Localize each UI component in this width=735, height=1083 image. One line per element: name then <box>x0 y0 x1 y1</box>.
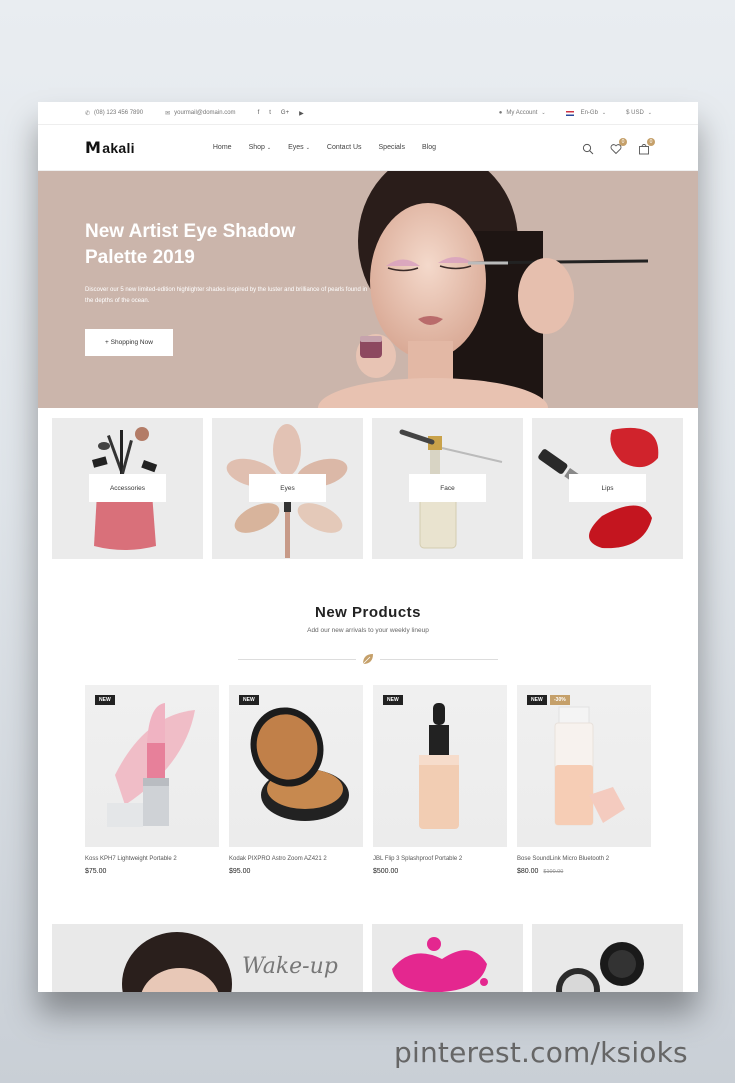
watermark: pinterest.com/ksioks <box>394 1036 688 1069</box>
product-price: $80.00 $100.00 <box>517 868 564 875</box>
currency-dropdown[interactable]: $ USD ⌄ <box>626 110 652 116</box>
new-badge: NEW <box>95 695 115 705</box>
new-products-title: New Products <box>314 604 422 621</box>
compact-image <box>250 707 349 821</box>
product-name[interactable]: Koss KPH7 Lightweight Portable 2 <box>85 856 219 862</box>
flag-icon <box>565 110 574 116</box>
twitter-icon[interactable]: t <box>269 110 271 117</box>
nav-specials[interactable]: Specials <box>379 144 405 151</box>
promo-banners: Wake-up <box>52 924 683 992</box>
product-image[interactable]: NEW -30% <box>517 685 651 847</box>
new-products-subtitle: Add our new arrivals to your weekly line… <box>307 627 429 634</box>
category-grid: Accessories Eyes Face Lips <box>52 418 683 559</box>
section-divider <box>238 652 498 666</box>
leaf-icon <box>362 654 373 665</box>
product-list: NEW Koss KPH7 Lightweight Portable 2 $75… <box>85 685 651 875</box>
product-card[interactable]: NEW Koss KPH7 Lightweight Portable 2 $75… <box>85 685 219 875</box>
nail-polish-image <box>392 937 488 992</box>
category-lips[interactable]: Lips <box>532 418 683 559</box>
shopping-now-button[interactable]: + Shopping Now <box>85 329 173 356</box>
hero-description: Discover our 5 new limited-edition highl… <box>85 287 368 304</box>
phone-icon: ✆ <box>85 110 91 117</box>
category-label: Lips <box>569 474 646 502</box>
category-eyes[interactable]: Eyes <box>212 418 363 559</box>
category-face[interactable]: Face <box>372 418 523 559</box>
lipstick-image <box>107 703 195 827</box>
hero-title: New Artist Eye Shadow Palette 2019 <box>85 221 296 268</box>
discount-badge: -30% <box>550 695 570 705</box>
powder-jar-image <box>556 942 644 992</box>
nav-home[interactable]: Home <box>213 144 232 151</box>
cart-button[interactable]: 0 <box>638 137 655 154</box>
product-card[interactable]: NEW -30% Bose SoundLink Micro Bluetooth … <box>517 685 651 875</box>
chevron-down-icon: ⌄ <box>305 144 310 151</box>
user-icon: ● <box>498 110 503 116</box>
product-card[interactable]: NEW Kodak PIXPRO Astro Zoom AZ421 2 $95.… <box>229 685 363 875</box>
nav-shop[interactable]: Shop ⌄ <box>249 144 272 151</box>
wishlist-button[interactable]: 0 <box>610 137 627 154</box>
foundation-sponge-image <box>554 706 625 826</box>
mail-icon: ✉ <box>165 110 171 117</box>
category-label: Face <box>409 474 486 502</box>
promo-banner-powder[interactable] <box>532 924 683 992</box>
promo-banner-wakeup[interactable]: Wake-up <box>52 924 363 992</box>
social-links: f t G+ ▶ <box>258 110 304 117</box>
chevron-down-icon: ⌄ <box>647 110 652 116</box>
hero-banner: New Artist Eye Shadow Palette 2019 Disco… <box>38 171 698 408</box>
my-account-dropdown[interactable]: ● My Account ⌄ <box>499 110 546 116</box>
product-price: $75.00 <box>85 868 107 875</box>
product-image[interactable]: NEW <box>373 685 507 847</box>
google-plus-icon[interactable]: G+ <box>281 110 289 117</box>
youtube-icon[interactable]: ▶ <box>299 110 304 117</box>
facebook-icon[interactable]: f <box>258 110 260 117</box>
chevron-down-icon: ⌄ <box>541 110 546 116</box>
top-bar: ✆ (08) 123 456 7890 ✉ yourmail@domain.co… <box>38 102 698 125</box>
product-name[interactable]: Kodak PIXPRO Astro Zoom AZ421 2 <box>229 856 363 862</box>
nav-contact[interactable]: Contact Us <box>327 144 362 151</box>
product-image[interactable]: NEW <box>85 685 219 847</box>
chevron-down-icon: ⌄ <box>266 144 272 151</box>
new-badge: NEW <box>527 695 547 705</box>
wishlist-count-badge: 0 <box>619 137 627 146</box>
logo[interactable]: Makali <box>85 138 135 157</box>
product-price: $95.00 <box>229 868 251 875</box>
category-accessories[interactable]: Accessories <box>52 418 203 559</box>
email[interactable]: ✉ yourmail@domain.com <box>165 110 235 117</box>
header: Makali Home Shop ⌄ Eyes ⌄ Contact Us Speci… <box>38 125 698 171</box>
product-name[interactable]: JBL Flip 3 Splashproof Portable 2 <box>373 856 507 862</box>
foundation-bottle-image <box>419 703 459 829</box>
product-image[interactable]: NEW <box>229 685 363 847</box>
promo-banner-nail[interactable] <box>372 924 523 992</box>
old-price: $100.00 <box>543 869 564 875</box>
category-label: Eyes <box>249 474 326 502</box>
search-icon[interactable] <box>582 142 594 154</box>
product-name[interactable]: Bose SoundLink Micro Bluetooth 2 <box>517 856 651 862</box>
new-badge: NEW <box>239 695 259 705</box>
category-label: Accessories <box>89 474 166 502</box>
phone[interactable]: ✆ (08) 123 456 7890 <box>85 110 143 117</box>
main-nav: Home Shop ⌄ Eyes ⌄ Contact Us Specials Blo… <box>213 144 436 151</box>
cart-count-badge: 0 <box>647 137 655 146</box>
header-icons: 0 0 <box>582 137 655 154</box>
product-price: $500.00 <box>373 868 399 875</box>
nav-blog[interactable]: Blog <box>422 144 436 151</box>
chevron-down-icon: ⌄ <box>601 110 607 116</box>
language-dropdown[interactable]: En-Gb ⌄ <box>565 110 607 116</box>
new-badge: NEW <box>383 695 403 705</box>
nav-eyes[interactable]: Eyes ⌄ <box>288 144 310 151</box>
page: ✆ (08) 123 456 7890 ✉ yourmail@domain.co… <box>38 102 698 992</box>
product-card[interactable]: NEW JBL Flip 3 Splashproof Portable 2 $5… <box>373 685 507 875</box>
wakeup-script-text: Wake-up <box>242 954 338 979</box>
